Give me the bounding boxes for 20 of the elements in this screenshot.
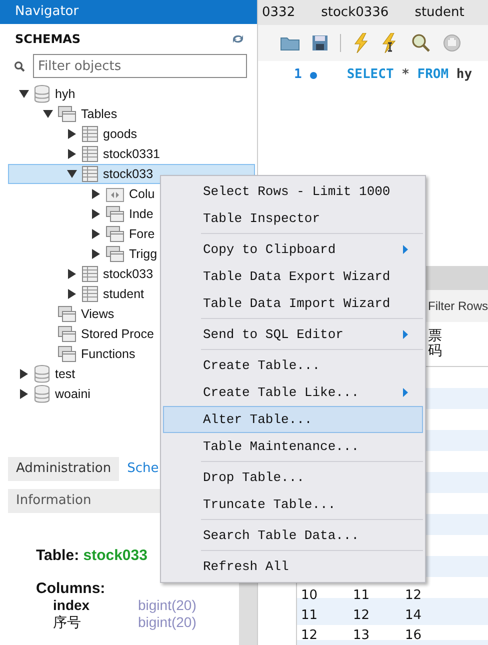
table-cell-text: 13 — [353, 628, 371, 642]
table-cell-text: 11 — [353, 588, 371, 602]
table-cell-text: 12 — [301, 628, 319, 642]
sql-code: SELECT * FROM hy — [346, 67, 472, 82]
table-cell-text: 12 — [353, 608, 371, 622]
table-cell-text: 16 — [405, 628, 423, 642]
column-type: bigint(20) — [138, 614, 196, 631]
navigator-title: Navigator — [0, 0, 257, 24]
table-name: stock033 — [83, 547, 148, 564]
schemas-heading: SCHEMAS — [15, 32, 81, 46]
column-name: 序号 — [53, 614, 82, 631]
line-number: 1 — [294, 67, 302, 82]
table-cell-text: 14 — [405, 608, 423, 622]
column-type: bigint(20) — [138, 597, 196, 614]
column-name: index — [53, 597, 91, 614]
table-cell-text: 12 — [405, 588, 423, 602]
table-label: Table: — [36, 547, 80, 564]
columns-label: Columns: — [36, 580, 106, 597]
table-cell-text: 10 — [301, 588, 319, 602]
table-cell-text: 11 — [301, 608, 319, 622]
